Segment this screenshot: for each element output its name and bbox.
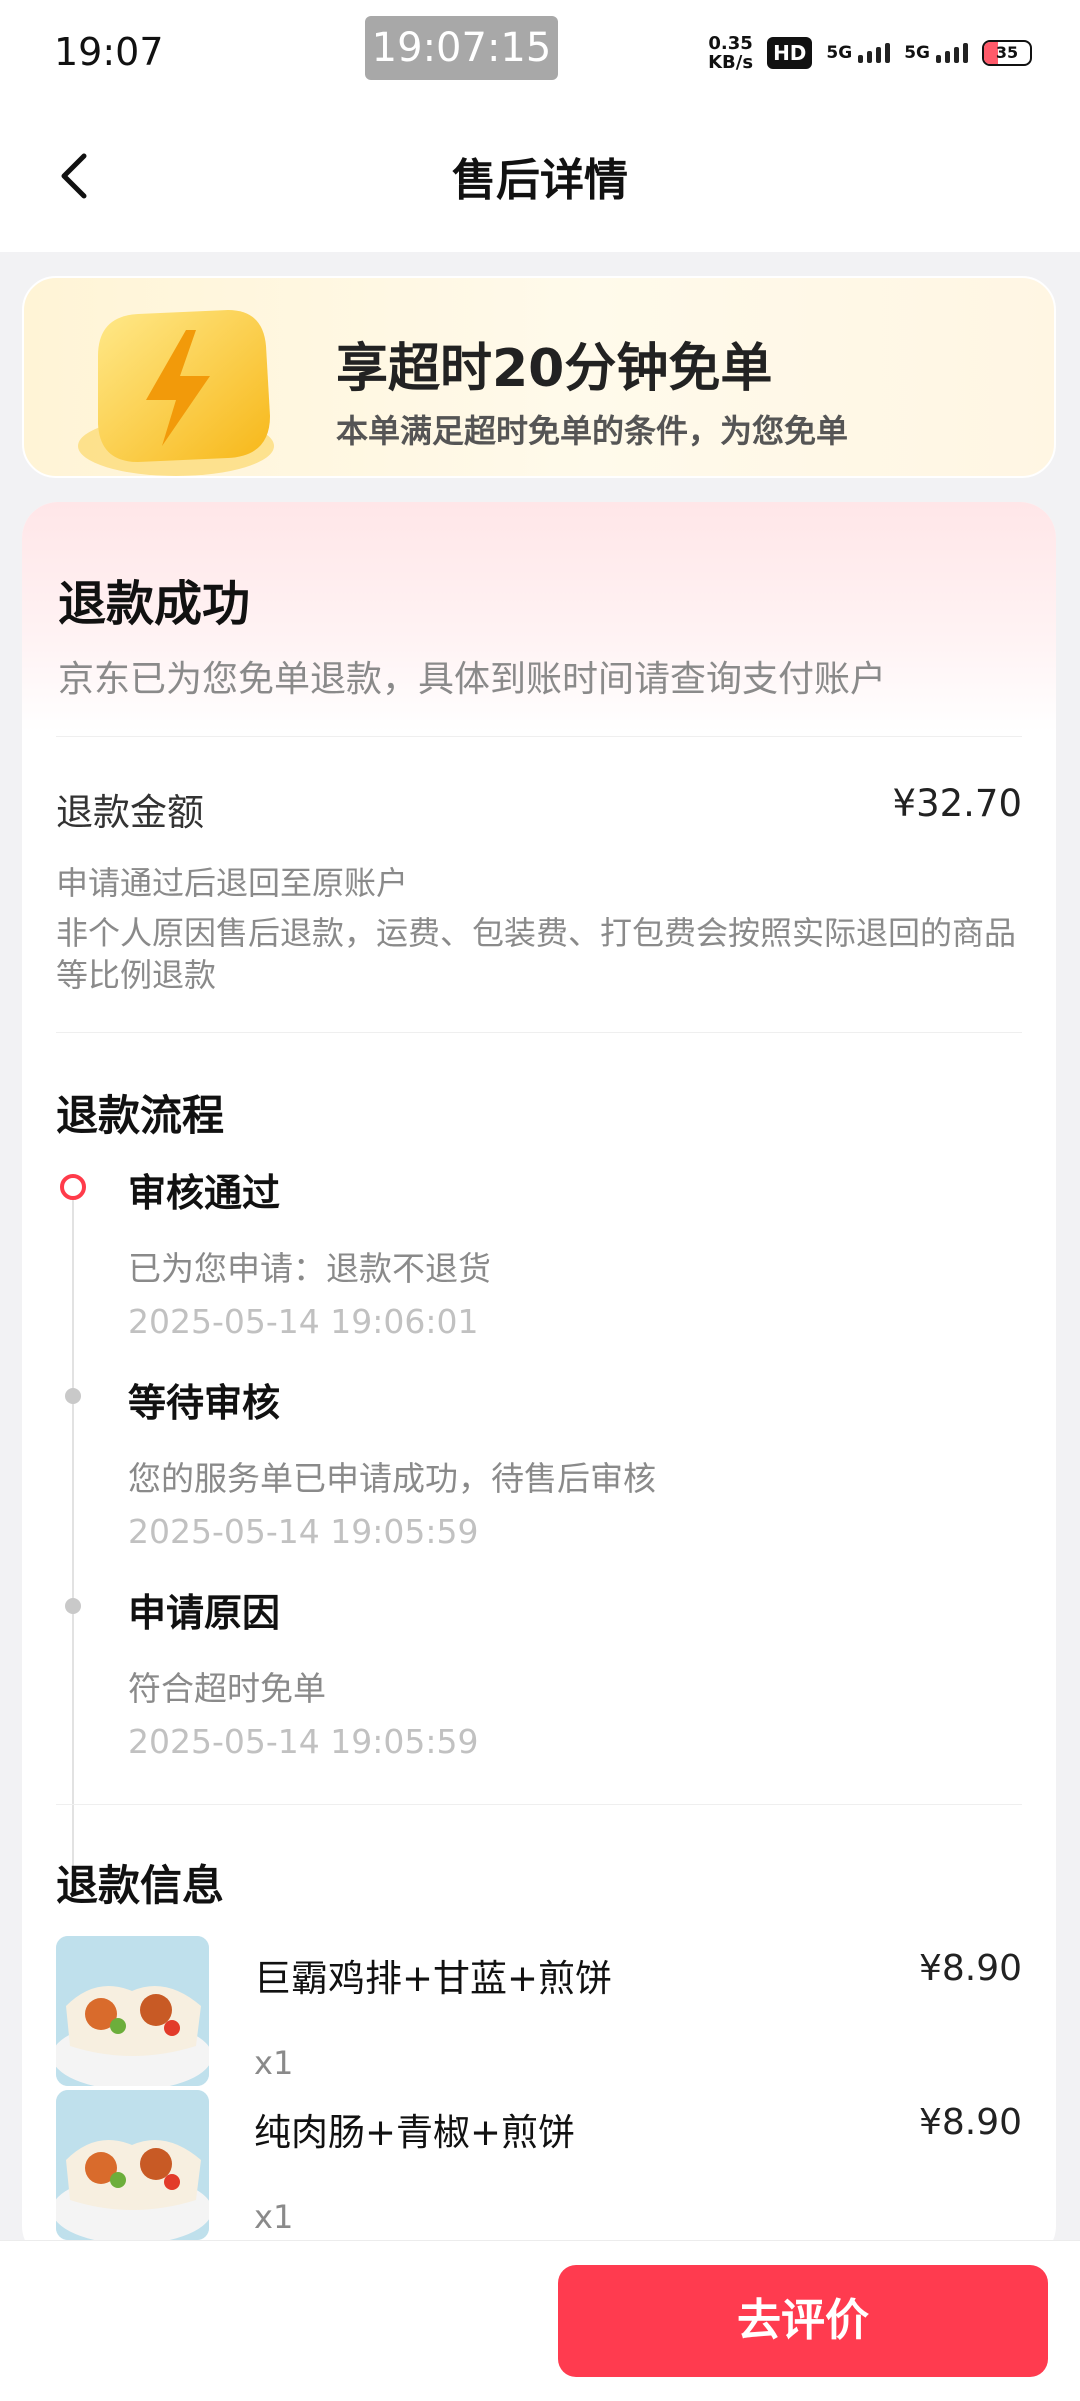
list-item[interactable]: 巨霸鸡排+甘蓝+煎饼 ¥8.90 x1 xyxy=(56,1936,1022,2086)
page-title: 售后详情 xyxy=(452,155,628,206)
free-order-banner: 享超时20分钟免单 本单满足超时免单的条件，为您免单 xyxy=(22,276,1056,478)
timeline-step-desc: 您的服务单已申请成功，待售后审核 xyxy=(128,1459,656,1498)
timeline-step-desc: 已为您申请：退款不退货 xyxy=(128,1249,491,1288)
wrap-food-icon xyxy=(56,1936,209,2086)
timeline-dot-active xyxy=(60,1174,86,1200)
timeline-step-desc: 符合超时免单 xyxy=(128,1669,326,1708)
product-qty: x1 xyxy=(254,2198,294,2236)
signal-icon: 5G xyxy=(826,43,891,63)
product-name: 纯肉肠+青椒+煎饼 xyxy=(254,2111,576,2154)
refund-amount-note: 申请通过后退回至原账户 xyxy=(56,864,409,902)
product-name: 巨霸鸡排+甘蓝+煎饼 xyxy=(254,1957,613,2000)
timeline-line xyxy=(72,1190,74,1874)
refund-amount-value: ¥32.70 xyxy=(892,782,1022,825)
timeline-dot xyxy=(65,1598,81,1614)
status-time: 19:07 xyxy=(54,30,164,74)
divider xyxy=(56,1804,1022,1805)
bottom-action-bar: 去评价 xyxy=(0,2240,1080,2401)
hd-voice-icon: HD xyxy=(767,37,813,69)
screen-recording-timer: 19:07:15 xyxy=(365,16,558,80)
divider xyxy=(56,736,1022,737)
product-price: ¥8.90 xyxy=(918,2102,1022,2143)
refund-info-title: 退款信息 xyxy=(56,1861,225,1910)
product-image xyxy=(56,2090,209,2240)
promo-subtitle: 本单满足超时免单的条件，为您免单 xyxy=(336,412,849,450)
battery-icon: 35 xyxy=(982,40,1032,66)
refund-amount-note-2: 非个人原因售后退款，运费、包装费、打包费会按照实际退回的商品 xyxy=(56,914,1017,952)
divider xyxy=(56,1032,1022,1033)
product-qty: x1 xyxy=(254,2044,294,2082)
promo-title: 享超时20分钟免单 xyxy=(336,339,773,399)
signal-icon-2: 5G xyxy=(904,43,968,63)
review-button[interactable]: 去评价 xyxy=(558,2265,1048,2377)
refund-amount-label: 退款金额 xyxy=(56,791,204,834)
timeline-step-time: 2025-05-14 19:06:01 xyxy=(128,1302,479,1341)
timeline-step-title: 申请原因 xyxy=(128,1591,281,1635)
status-icons: 0.35 KB/s HD 5G 5G 35 xyxy=(708,34,1032,72)
refund-status-title: 退款成功 xyxy=(58,576,251,632)
wrap-food-icon xyxy=(56,2090,209,2240)
list-item[interactable]: 纯肉肠+青椒+煎饼 ¥8.90 x1 xyxy=(56,2090,1022,2240)
lightning-badge-icon xyxy=(78,310,274,476)
refund-detail-card: 退款成功 京东已为您免单退款，具体到账时间请查询支付账户 退款金额 ¥32.70… xyxy=(22,502,1056,2262)
refund-amount-note-3: 等比例退款 xyxy=(56,956,217,994)
timeline-step-time: 2025-05-14 19:05:59 xyxy=(128,1512,479,1551)
network-speed: 0.35 KB/s xyxy=(708,33,754,73)
refund-status-desc: 京东已为您免单退款，具体到账时间请查询支付账户 xyxy=(58,659,887,700)
product-image xyxy=(56,1936,209,2086)
product-price: ¥8.90 xyxy=(918,1948,1022,1989)
refund-process-title: 退款流程 xyxy=(56,1091,225,1140)
nav-bar: 售后详情 xyxy=(0,100,1080,252)
timeline-step-time: 2025-05-14 19:05:59 xyxy=(128,1722,479,1761)
timeline-step-title: 审核通过 xyxy=(128,1171,281,1215)
timeline-dot xyxy=(65,1388,81,1404)
status-bar: 19:07 19:07:15 0.35 KB/s HD 5G 5G 35 xyxy=(0,0,1080,100)
timeline-step-title: 等待审核 xyxy=(128,1381,281,1425)
